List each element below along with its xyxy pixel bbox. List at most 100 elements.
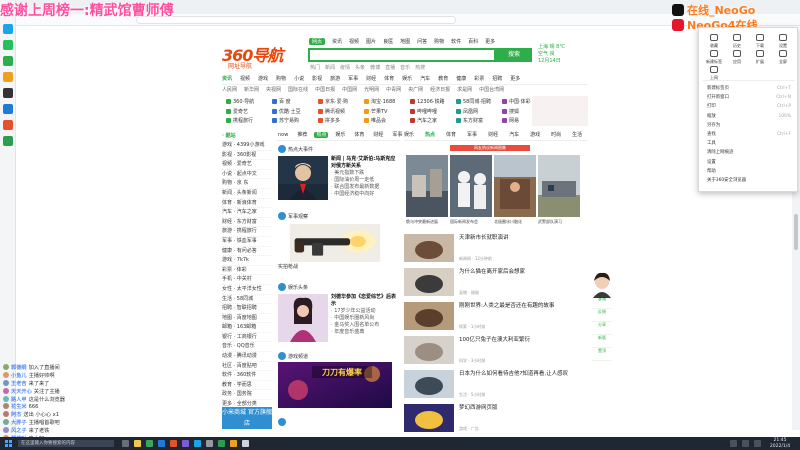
famous-site-link[interactable]: 汽车之家 xyxy=(410,117,458,125)
app-icon[interactable] xyxy=(3,136,13,146)
category-link[interactable]: 体育 xyxy=(384,76,394,82)
news-line[interactable]: 国际油价周一走低 xyxy=(331,177,397,184)
category-link[interactable]: 视频 xyxy=(240,76,250,82)
hot-word[interactable]: 热搜 xyxy=(415,65,425,71)
category-link[interactable]: 影视 xyxy=(312,76,322,82)
search-tab[interactable]: 网页 xyxy=(309,38,326,45)
menu-item[interactable]: 关于360安全浏览器 xyxy=(707,176,795,185)
menu-item[interactable]: 工具 xyxy=(707,139,795,148)
task-view-icon[interactable] xyxy=(122,440,129,447)
sidebar-site-link[interactable]: 地图 · 百度地图 xyxy=(222,314,272,324)
sidebar-site-link[interactable]: 视频 · 爱奇艺 xyxy=(222,160,272,170)
volume-icon[interactable] xyxy=(742,440,749,447)
famous-site-link[interactable]: 携程旅行 xyxy=(226,117,274,125)
tray-icon[interactable] xyxy=(730,440,737,447)
feed-tab[interactable]: 体育 xyxy=(352,132,366,138)
search-button[interactable]: 搜索 xyxy=(496,48,532,62)
sidebar-site-link[interactable]: 邮箱 · 163邮箱 xyxy=(222,323,272,333)
site-link[interactable]: 求是网 xyxy=(457,87,472,93)
windows-start-icon[interactable] xyxy=(5,440,12,447)
menu-shortcut-icon[interactable]: 历史 xyxy=(726,34,748,49)
folder-icon[interactable] xyxy=(134,440,141,447)
news-line[interactable]: 中国娱乐圈新风尚 xyxy=(331,315,397,322)
sidebar-site-link[interactable]: 旅游 · 携程旅行 xyxy=(222,227,272,237)
menu-shortcut-icon[interactable]: 收藏 xyxy=(703,34,725,49)
news-line[interactable]: 年度音乐盛典 xyxy=(331,329,397,336)
hot-word[interactable]: 热门 xyxy=(310,65,320,71)
sidebar-site-link[interactable]: 政务 · 国务院 xyxy=(222,390,272,401)
app-icon[interactable] xyxy=(182,440,189,447)
category-link[interactable]: 娱乐 xyxy=(402,76,412,82)
sidebar-site-link[interactable]: 体育 · 新浪体育 xyxy=(222,199,272,209)
feed-tab[interactable]: now xyxy=(276,132,290,138)
right-feed-tab[interactable]: 游戏 xyxy=(530,132,540,138)
sidebar-site-link[interactable]: 招聘 · 智联招聘 xyxy=(222,304,272,314)
gallery-thumb[interactable] xyxy=(538,155,580,217)
category-link[interactable]: 财经 xyxy=(366,76,376,82)
right-feed-tab[interactable]: 娱乐 xyxy=(404,132,414,138)
famous-site-link[interactable]: 凤凰网 xyxy=(456,108,504,116)
menu-shortcut-icon[interactable]: 下载 xyxy=(749,34,771,49)
search-tab[interactable]: 图片 xyxy=(366,38,376,45)
right-feed-tab[interactable]: 汽车 xyxy=(509,132,519,138)
famous-site-link[interactable]: 东方财富 xyxy=(456,117,504,125)
right-news-item[interactable]: 刚刚世界:人类之最是否还在有趣的故事 探索 · 1小时前 xyxy=(404,302,588,332)
search-tab[interactable]: 视频 xyxy=(349,38,359,45)
gallery-thumb[interactable] xyxy=(494,155,536,217)
sidebar-site-link[interactable]: 彩票 · 体彩 xyxy=(222,266,272,276)
feed-tab[interactable]: 军事 xyxy=(390,132,404,138)
site-link[interactable]: 新华网 xyxy=(244,87,259,93)
sidebar-site-link[interactable]: 汽车 · 汽车之家 xyxy=(222,208,272,218)
app-icon[interactable] xyxy=(170,440,177,447)
site-link[interactable]: 中国台湾网 xyxy=(479,87,504,93)
menu-item[interactable]: 查找 Ctrl+F xyxy=(707,130,795,139)
famous-site-link[interactable]: 京东·爱·购 xyxy=(318,98,366,106)
menu-item[interactable]: 设置 xyxy=(707,158,795,167)
category-link[interactable]: 游戏 xyxy=(258,76,268,82)
site-link[interactable]: 中国日报 xyxy=(315,87,335,93)
famous-site-link[interactable]: 哔哩哔哩 xyxy=(410,108,458,116)
gun-photo[interactable] xyxy=(278,224,392,262)
site-link[interactable]: 中青网 xyxy=(386,87,401,93)
right-feed-tab[interactable]: 时尚 xyxy=(551,132,561,138)
app-icon[interactable] xyxy=(242,440,249,447)
menu-item[interactable]: 打开新窗口 Ctrl+N xyxy=(707,93,795,102)
news-line[interactable]: 联合国发布最新数据 xyxy=(331,184,397,191)
menu-shortcut-icon[interactable]: 新建标签 xyxy=(703,50,725,65)
category-link[interactable]: 健康 xyxy=(456,76,466,82)
app-icon[interactable] xyxy=(3,56,13,66)
sidebar-site-link[interactable]: 社区 · 百度贴吧 xyxy=(222,362,272,372)
menu-item[interactable]: 清除上网痕迹 xyxy=(707,148,795,157)
app-icon[interactable] xyxy=(3,104,13,114)
feed-tab[interactable]: 娱乐 xyxy=(333,132,347,138)
game-ad[interactable]: 刀刀有爆率 xyxy=(278,362,392,408)
category-link[interactable]: 旅游 xyxy=(330,76,340,82)
famous-site-link[interactable]: 唯品会 xyxy=(364,117,412,125)
famous-site-link[interactable]: 优酷·土豆 xyxy=(272,108,320,116)
weather-widget[interactable]: 上海 晴 8℃ 空气 良 12月14日 xyxy=(538,44,584,65)
site-logo[interactable]: 360导航 网址导航 xyxy=(222,42,298,70)
site-link[interactable]: 经济日报 xyxy=(430,87,450,93)
sidebar-site-link[interactable]: 生活 · 58同城 xyxy=(222,295,272,305)
mall-promo[interactable]: 小米商城 官方旗舰店 xyxy=(222,407,272,429)
app-icon[interactable] xyxy=(206,440,213,447)
menu-item[interactable]: 帮助 xyxy=(707,167,795,176)
search-tab[interactable]: 更多 xyxy=(485,38,495,45)
app-icon[interactable] xyxy=(3,120,13,130)
site-link[interactable]: 中国网 xyxy=(342,87,357,93)
right-news-item[interactable]: 为什么猫在离开家后会想家 宠物 · 刚刚 xyxy=(404,268,588,298)
site-link[interactable]: 央视网 xyxy=(266,87,281,93)
menu-item[interactable]: 另存为 xyxy=(707,121,795,130)
right-feed-tab[interactable]: 热点 xyxy=(425,132,435,138)
famous-site-link[interactable]: 360·导航 xyxy=(226,98,274,106)
app-icon[interactable] xyxy=(158,440,165,447)
tool-strip-button[interactable]: 置顶 xyxy=(592,348,612,361)
news-line[interactable]: 金马奖入围名单公布 xyxy=(331,322,397,329)
news-line[interactable]: 美元指数下跌 xyxy=(331,170,397,177)
menu-item[interactable]: 打印 Ctrl+P xyxy=(707,102,795,111)
right-news-item[interactable]: 梦幻西游网页版 游戏 · 广告 xyxy=(404,404,588,434)
site-link[interactable]: 光明网 xyxy=(364,87,379,93)
app-icon[interactable] xyxy=(3,88,13,98)
sidebar-site-link[interactable]: 健康 · 有问必答 xyxy=(222,247,272,257)
feed-tab[interactable]: 推荐 xyxy=(295,132,309,138)
